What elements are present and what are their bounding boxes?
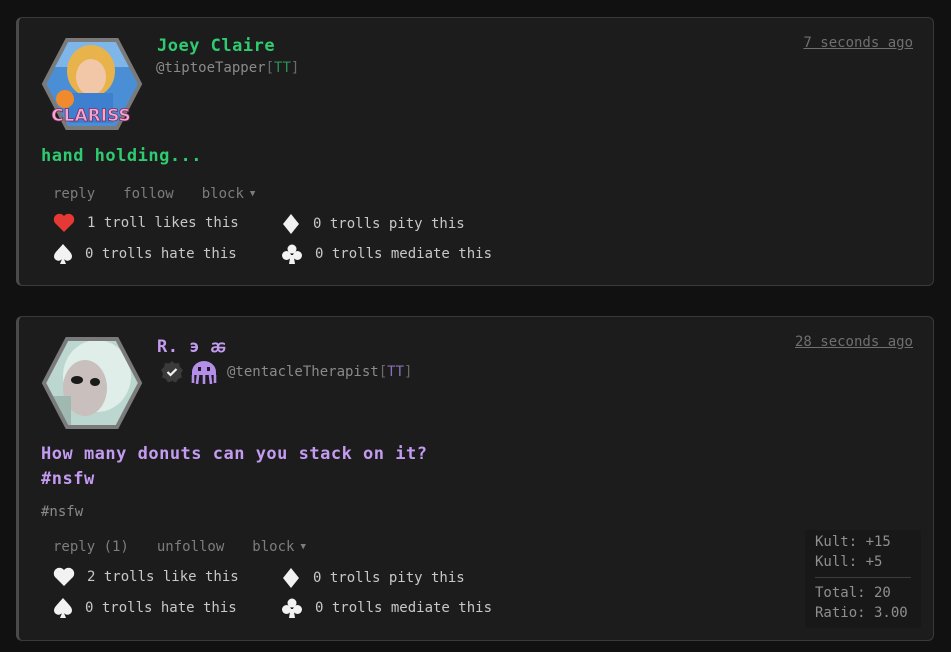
reply-button[interactable]: reply (1) bbox=[53, 539, 129, 555]
heart-icon bbox=[53, 567, 75, 586]
post-tags[interactable]: #nsfw bbox=[41, 504, 83, 520]
like-count: 2 trolls like this bbox=[87, 569, 239, 585]
hate-reaction[interactable]: 0 trolls hate this bbox=[53, 243, 237, 265]
like-reaction[interactable]: 1 troll likes this bbox=[53, 213, 239, 233]
kult-score: Kult: +15 bbox=[815, 534, 891, 550]
avatar[interactable] bbox=[41, 336, 143, 430]
follow-button[interactable]: follow bbox=[123, 186, 174, 202]
like-reaction[interactable]: 2 trolls like this bbox=[53, 567, 239, 587]
hate-reaction[interactable]: 0 trolls hate this bbox=[53, 597, 237, 619]
club-icon bbox=[282, 244, 302, 264]
score-panel: Kult: +15 Kull: +5 Total: 20 Ratio: 3.00 bbox=[805, 530, 921, 628]
post-body: How many donuts can you stack on it? #ns… bbox=[41, 442, 427, 492]
pity-reaction[interactable]: 0 trolls pity this bbox=[281, 213, 465, 235]
verified-icon bbox=[161, 361, 183, 383]
hate-count: 0 trolls hate this bbox=[85, 246, 237, 262]
spade-icon bbox=[54, 244, 72, 264]
author-handle[interactable]: @tiptoeTapper[TT] bbox=[156, 60, 299, 76]
timestamp-link[interactable]: 7 seconds ago bbox=[803, 35, 913, 51]
total-score: Total: 20 bbox=[815, 585, 891, 601]
diamond-icon bbox=[283, 568, 299, 588]
author-name[interactable]: Joey Claire bbox=[157, 36, 275, 56]
chevron-down-icon: ▼ bbox=[249, 189, 256, 199]
avatar[interactable]: CLARISS bbox=[41, 37, 143, 131]
post-card: R. ϶ ꬱ @tentacleTherapist[TT] 28 seconds… bbox=[16, 316, 934, 641]
heart-icon bbox=[53, 213, 75, 232]
hashtag-link[interactable]: #nsfw bbox=[41, 467, 427, 492]
diamond-icon bbox=[283, 214, 299, 234]
club-icon bbox=[282, 598, 302, 618]
hate-count: 0 trolls hate this bbox=[85, 600, 237, 616]
reply-button[interactable]: reply bbox=[53, 186, 95, 202]
handle-text: @tiptoeTapper bbox=[156, 60, 266, 76]
pity-count: 0 trolls pity this bbox=[313, 216, 465, 232]
post-card: CLARISS Joey Claire @tiptoeTapper[TT] 7 … bbox=[16, 17, 934, 286]
block-dropdown[interactable]: block ▼ bbox=[202, 186, 256, 202]
avatar-caption: CLARISS bbox=[51, 106, 131, 126]
block-dropdown[interactable]: block ▼ bbox=[252, 539, 306, 555]
author-handle[interactable]: @tentacleTherapist[TT] bbox=[227, 364, 412, 380]
mediate-reaction[interactable]: 0 trolls mediate this bbox=[281, 243, 492, 265]
unfollow-button[interactable]: unfollow bbox=[157, 539, 224, 555]
timestamp-link[interactable]: 28 seconds ago bbox=[795, 334, 913, 350]
score-divider bbox=[815, 577, 911, 578]
pity-count: 0 trolls pity this bbox=[313, 570, 465, 586]
handle-text: @tentacleTherapist bbox=[227, 364, 379, 380]
spade-icon bbox=[54, 598, 72, 618]
author-name[interactable]: R. ϶ ꬱ bbox=[157, 334, 226, 357]
like-count: 1 troll likes this bbox=[87, 215, 239, 231]
mediate-count: 0 trolls mediate this bbox=[315, 246, 493, 262]
post-body-line: How many donuts can you stack on it? bbox=[41, 444, 428, 464]
pity-reaction[interactable]: 0 trolls pity this bbox=[281, 567, 465, 589]
post-actions: reply (1) unfollow block ▼ bbox=[53, 539, 306, 555]
post-body: hand holding... bbox=[41, 146, 203, 166]
author-badges: @tentacleTherapist[TT] bbox=[159, 358, 412, 386]
kull-score: Kull: +5 bbox=[815, 554, 883, 570]
handle-tag: TT bbox=[387, 364, 405, 380]
block-label: block bbox=[252, 539, 295, 555]
handle-tag: TT bbox=[274, 60, 291, 76]
squid-icon bbox=[191, 361, 217, 385]
ratio-score: Ratio: 3.00 bbox=[815, 605, 908, 621]
mediate-reaction[interactable]: 0 trolls mediate this bbox=[281, 597, 492, 619]
mediate-count: 0 trolls mediate this bbox=[315, 600, 493, 616]
post-actions: reply follow block ▼ bbox=[53, 186, 255, 202]
chevron-down-icon: ▼ bbox=[300, 542, 306, 552]
block-label: block bbox=[201, 186, 244, 202]
